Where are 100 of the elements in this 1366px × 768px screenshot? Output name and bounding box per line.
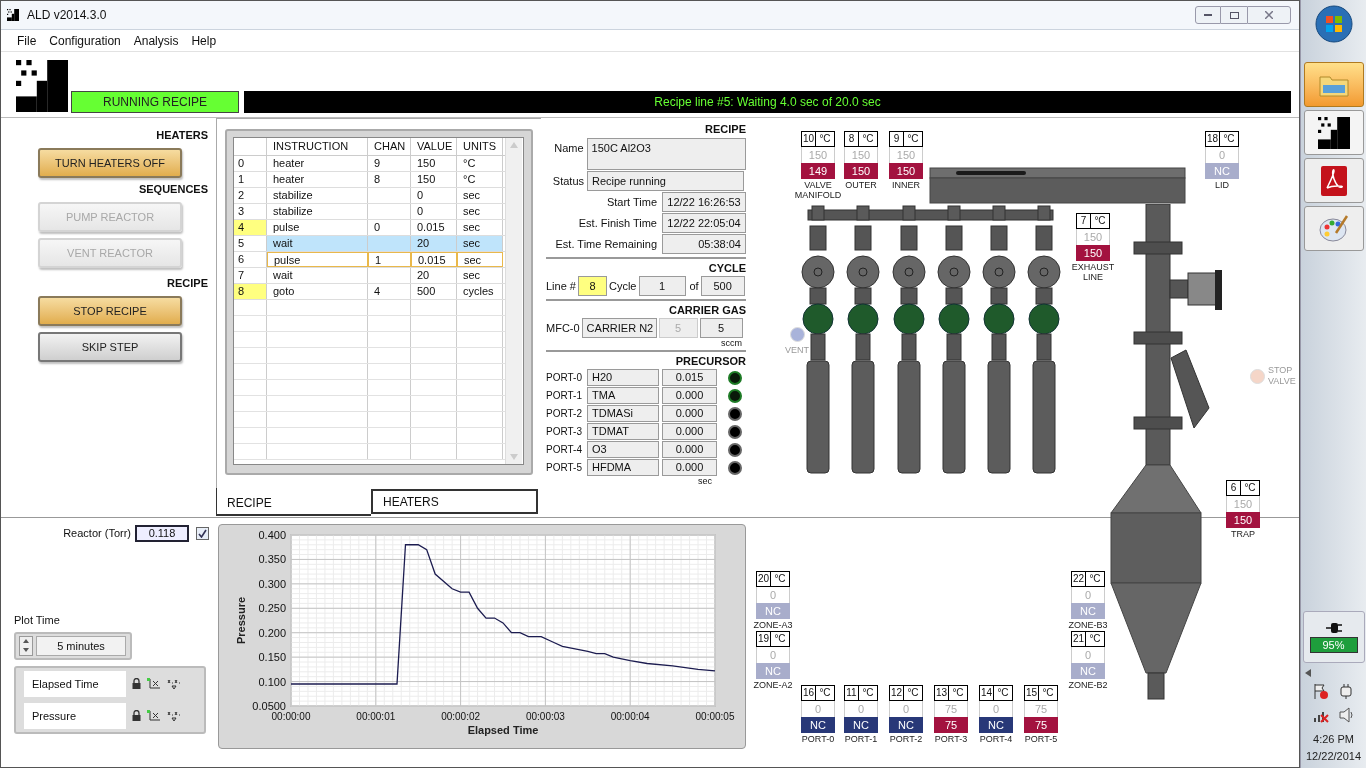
- autoscale-icon[interactable]: [147, 709, 161, 722]
- expand-tray-icon[interactable]: [1305, 669, 1311, 677]
- flag-icon[interactable]: [1312, 683, 1329, 699]
- unit-label: °C: [859, 131, 878, 147]
- minimize-button[interactable]: [1195, 6, 1221, 24]
- port-label: PORT-2: [546, 407, 583, 421]
- setpoint-value: 75: [1024, 701, 1058, 717]
- lock-icon[interactable]: [132, 710, 141, 721]
- table-cell[interactable]: wait: [267, 236, 368, 251]
- menu-item[interactable]: File: [17, 31, 37, 50]
- unit-label: °C: [994, 685, 1013, 701]
- temperature-reading: 150: [844, 163, 878, 179]
- table-cell[interactable]: sec: [457, 252, 503, 267]
- heater-label: ZONE-B2: [1067, 680, 1109, 690]
- lock-icon[interactable]: [132, 678, 141, 689]
- power-plug-icon[interactable]: [1338, 683, 1353, 699]
- field-label: Cycle: [609, 278, 637, 294]
- plot-time-field[interactable]: 5 minutes: [36, 635, 126, 656]
- tab[interactable]: HEATERS: [371, 489, 538, 514]
- field-label: Name: [553, 141, 584, 156]
- tick-label: 00:00:05: [695, 711, 735, 722]
- table-cell[interactable]: [368, 236, 411, 251]
- axis-title: Pressure: [235, 596, 247, 645]
- table-cell[interactable]: pulse: [267, 252, 368, 267]
- flow-field: 5: [699, 318, 743, 338]
- format-icon[interactable]: [167, 677, 181, 690]
- start-button[interactable]: [1313, 4, 1354, 44]
- line-number: 4: [234, 220, 267, 235]
- channel-number: 8: [844, 131, 859, 147]
- unit-label: °C: [859, 685, 878, 701]
- field-label: of: [689, 278, 699, 294]
- channel-number: 10: [801, 131, 816, 147]
- tick-label: 00:00:02: [441, 711, 481, 722]
- pulse-field: 0.000: [662, 387, 717, 404]
- heater-label: EXHAUST LINE: [1070, 262, 1116, 282]
- section-title: RECIPE: [704, 122, 746, 136]
- scale-name-field[interactable]: Pressure: [24, 702, 126, 729]
- pulse-field: 0.000: [662, 441, 717, 458]
- tick-label: 0.400: [258, 529, 286, 541]
- axis-title: Elapsed Time: [467, 724, 539, 736]
- table-cell[interactable]: 1: [368, 252, 411, 267]
- autoscale-icon[interactable]: [147, 677, 161, 690]
- table-cell[interactable]: 0.015: [411, 252, 457, 267]
- field-label: Start Time: [606, 194, 657, 210]
- heater-label: PORT-2: [888, 734, 924, 744]
- clock-date[interactable]: 12/22/2014: [1305, 747, 1362, 764]
- menu-item[interactable]: Analysis: [133, 31, 179, 50]
- section-title: SEQUENCES: [137, 182, 208, 196]
- table-cell[interactable]: sec: [457, 236, 503, 251]
- temperature-reading: NC: [801, 717, 835, 733]
- precursor-field: TMA: [587, 387, 659, 404]
- cycle-field: 1: [638, 276, 686, 296]
- channel-number: 14: [979, 685, 994, 701]
- setpoint-value: 150: [889, 147, 923, 163]
- scale-name-field[interactable]: Elapsed Time: [24, 670, 126, 697]
- column-header: VALUE: [411, 138, 457, 155]
- channel-number: 6: [1226, 480, 1241, 496]
- unit-label: sec: [698, 477, 712, 486]
- heater-label: ZONE-B3: [1067, 620, 1109, 630]
- heater-label: TRAP: [1230, 529, 1256, 539]
- taskbar-button[interactable]: [1303, 110, 1364, 155]
- setpoint-value: 0: [1205, 147, 1239, 163]
- setpoint-value: 0: [1071, 587, 1105, 603]
- unit-label: °C: [771, 631, 790, 647]
- heater-label: PORT-5: [1023, 734, 1059, 744]
- channel-number: 20: [756, 571, 771, 587]
- channel-number: 13: [934, 685, 949, 701]
- setpoint-value: 0: [801, 701, 835, 717]
- menu-item[interactable]: Help: [191, 31, 217, 50]
- setpoint-value: 150: [1226, 496, 1260, 512]
- temperature-reading: 75: [934, 717, 968, 733]
- palette-icon: [1318, 214, 1349, 243]
- pulse-field: 0.000: [662, 459, 717, 476]
- format-icon[interactable]: [167, 709, 181, 722]
- line-number: 8: [234, 284, 267, 299]
- field-label: Reactor (Torr): [63, 526, 131, 542]
- heater-label: ZONE-A3: [752, 620, 794, 630]
- maximize-button[interactable]: [1221, 6, 1247, 24]
- tab[interactable]: RECIPE: [216, 488, 371, 516]
- port-label: PORT-5: [546, 461, 583, 475]
- column-header: INSTRUCTION: [267, 138, 368, 155]
- spinner[interactable]: [19, 635, 33, 656]
- heater-label: LID: [1214, 180, 1230, 190]
- action-button[interactable]: TURN HEATERS OFF: [38, 148, 182, 178]
- scrollbar[interactable]: [505, 138, 522, 464]
- table-cell[interactable]: 20: [411, 236, 457, 251]
- status-field: Recipe running: [587, 171, 744, 191]
- channel-number: 7: [1076, 213, 1091, 229]
- action-button[interactable]: STOP RECIPE: [38, 296, 182, 326]
- setpoint-value: 0: [1071, 647, 1105, 663]
- field-label: Line #: [546, 278, 576, 294]
- menu-item[interactable]: Configuration: [49, 31, 121, 50]
- port-label: PORT-4: [546, 443, 583, 457]
- clock-time[interactable]: 4:26 PM: [1313, 731, 1354, 748]
- action-button[interactable]: SKIP STEP: [38, 332, 182, 362]
- logo-icon: [16, 60, 68, 112]
- checkbox[interactable]: [196, 527, 209, 540]
- mode-indicator: RUNNING RECIPE: [71, 91, 239, 113]
- speaker-icon[interactable]: [1338, 707, 1355, 723]
- precursor-field: TDMASi: [587, 405, 659, 422]
